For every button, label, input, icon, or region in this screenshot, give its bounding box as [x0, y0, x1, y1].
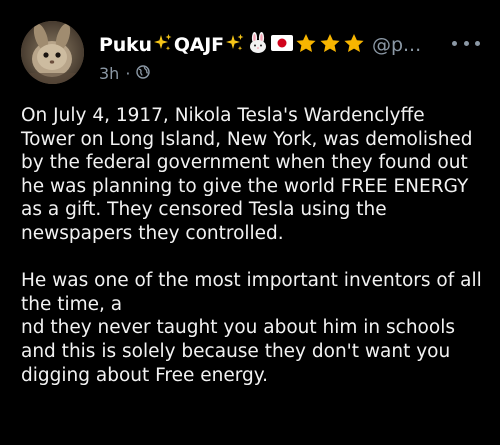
- text-line: and this is solely because they don't wa…: [21, 340, 451, 362]
- star-icon: [319, 33, 341, 58]
- text-line: Tower on Long Island, New York, was demo…: [21, 128, 473, 150]
- author-name[interactable]: Puku: [99, 34, 152, 56]
- more-options-button[interactable]: [452, 36, 480, 50]
- text-line: nd they never taught you about him in sc…: [21, 317, 455, 339]
- text-line: newspapers they controlled.: [21, 222, 284, 244]
- meta-separator: ·: [125, 63, 131, 83]
- author-handle[interactable]: @p...: [372, 34, 421, 56]
- author-name-row[interactable]: Puku QAJF @p...: [99, 30, 421, 60]
- post-time[interactable]: 3h: [99, 64, 119, 83]
- post-card: Puku QAJF @p... 3h · On July 4, 1917, Ni…: [0, 0, 500, 445]
- sparkles-icon: [225, 33, 245, 57]
- text-line: digging about Free energy.: [21, 364, 268, 386]
- text-line: On July 4, 1917, Nikola Tesla's Wardencl…: [21, 105, 425, 126]
- post-meta: 3h ·: [99, 62, 151, 84]
- post-body: On July 4, 1917, Nikola Tesla's Wardencl…: [21, 104, 491, 387]
- text-line: He was one of the most important invento…: [21, 270, 482, 292]
- text-line: he was planning to give the world FREE E…: [21, 175, 469, 197]
- sparkles-icon: [153, 33, 173, 57]
- text-line: by the federal government when they foun…: [21, 152, 468, 174]
- rabbit-face-icon: [247, 32, 269, 58]
- post-paragraph-2: He was one of the most important invento…: [21, 269, 491, 387]
- globe-icon: [136, 64, 151, 83]
- more-dot: [452, 40, 457, 46]
- post-paragraph-1: On July 4, 1917, Nikola Tesla's Wardencl…: [21, 104, 491, 246]
- star-icon: [343, 33, 365, 58]
- more-dot: [463, 40, 469, 46]
- japan-flag-icon: [270, 35, 293, 55]
- author-avatar[interactable]: [21, 21, 84, 84]
- author-name-mid[interactable]: QAJF: [174, 34, 224, 56]
- star-icon: [295, 33, 317, 58]
- post-header: Puku QAJF @p... 3h ·: [99, 30, 459, 86]
- more-dot: [475, 40, 480, 46]
- text-line: as a gift. They censored Tesla using the: [21, 199, 387, 221]
- text-line: the time, a: [21, 293, 123, 315]
- rabbit-avatar-image: [21, 21, 84, 84]
